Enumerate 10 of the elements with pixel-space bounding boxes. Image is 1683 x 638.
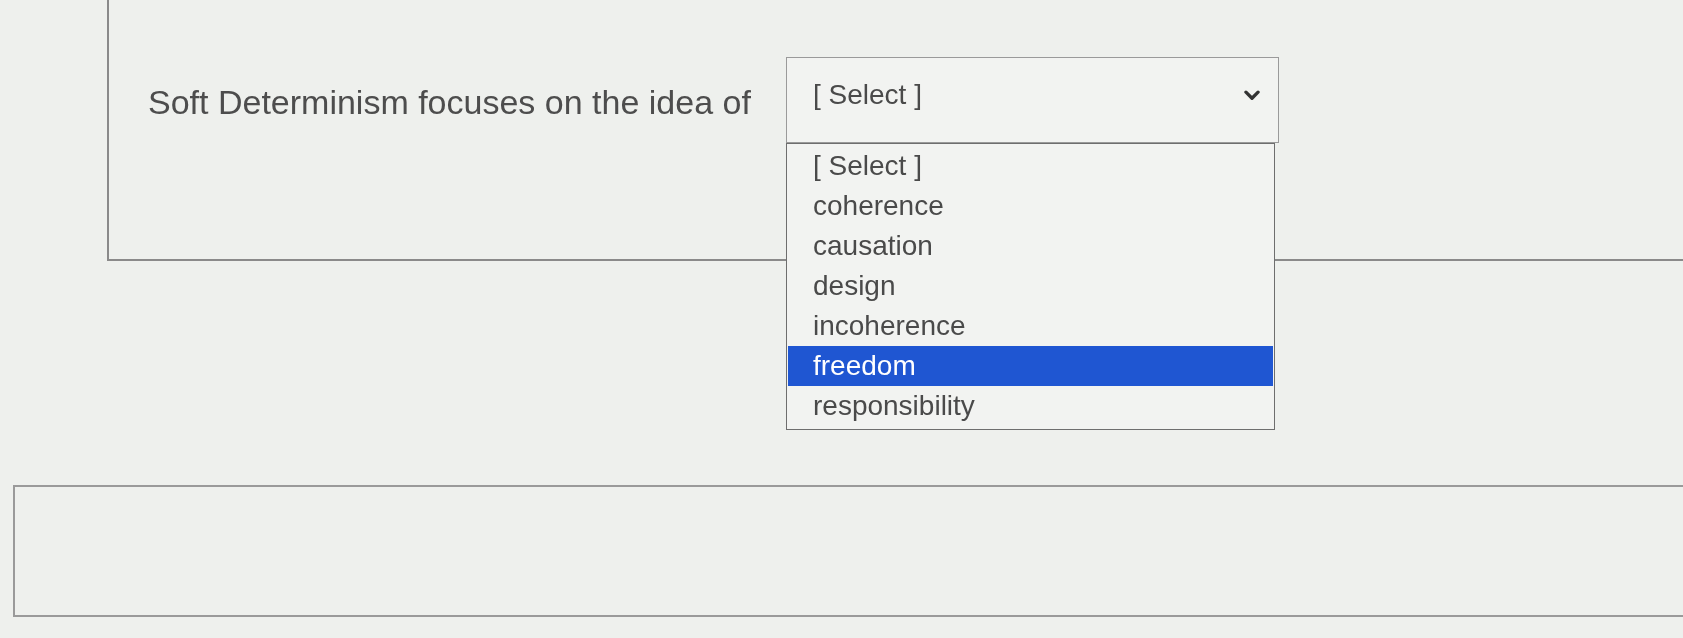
dropdown-option[interactable]: incoherence xyxy=(788,306,1273,346)
question-text: Soft Determinism focuses on the idea of xyxy=(148,83,751,121)
dropdown-option[interactable]: responsibility xyxy=(788,386,1273,426)
answer-dropdown[interactable]: [ Select ] xyxy=(786,57,1279,143)
dropdown-option[interactable]: [ Select ] xyxy=(788,146,1273,186)
dropdown-option[interactable]: design xyxy=(788,266,1273,306)
dropdown-option[interactable]: causation xyxy=(788,226,1273,266)
dropdown-option[interactable]: coherence xyxy=(788,186,1273,226)
dropdown-option[interactable]: freedom xyxy=(788,346,1273,386)
chevron-down-icon xyxy=(1244,89,1260,101)
